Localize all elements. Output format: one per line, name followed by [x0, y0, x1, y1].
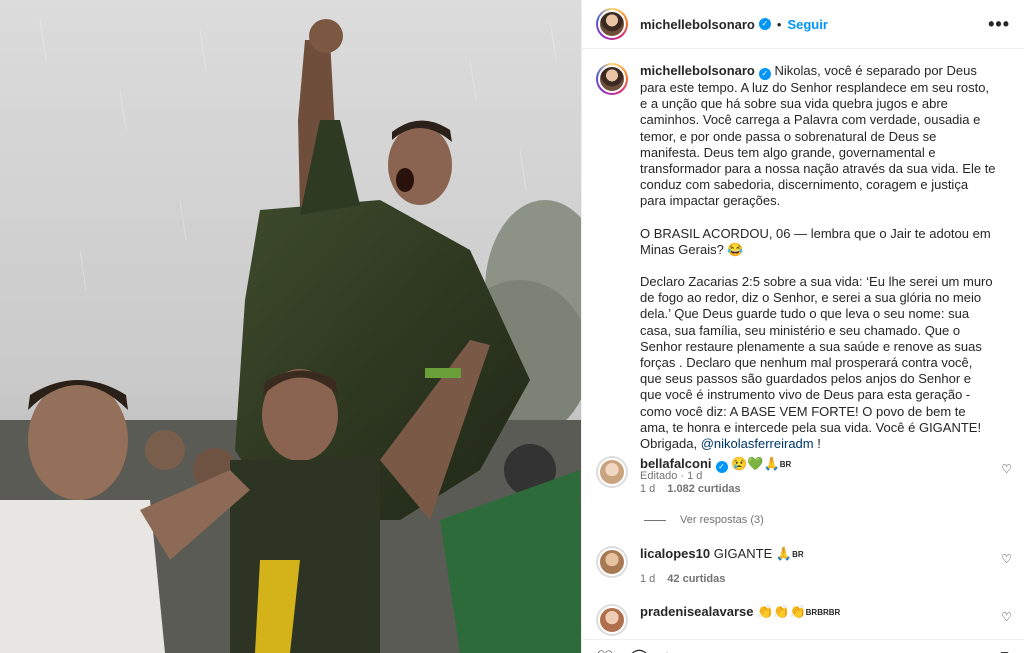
flag-icon: BR [779, 460, 792, 469]
comment-time: 1 d [640, 573, 656, 585]
like-comment-icon[interactable]: ♡ [1001, 462, 1012, 476]
flag-icon: BR [792, 550, 804, 559]
comment-emoji: 😢💚🙏 [731, 456, 780, 471]
caption-username[interactable]: michellebolsonaro [640, 63, 755, 78]
share-icon[interactable]: ➤ [664, 646, 681, 653]
commenter-avatar[interactable] [596, 546, 628, 578]
caption-text: michellebolsonaro ✓ Nikolas, você é separ… [640, 63, 996, 484]
comment-time: 1 d [640, 483, 656, 495]
comment-username[interactable]: bellafalconi [640, 456, 712, 471]
commenter-avatar[interactable] [596, 604, 628, 636]
post-panel: michellebolsonaro ✓ • Seguir ••• michell… [581, 0, 1024, 653]
comment-likes[interactable]: 42 curtidas [667, 573, 725, 585]
caption-avatar[interactable] [596, 63, 628, 95]
author-username[interactable]: michellebolsonaro [640, 17, 755, 32]
caption-paragraph-3-end: ! [813, 436, 821, 452]
comment-text: GIGANTE [713, 546, 773, 561]
commenter-avatar[interactable] [596, 456, 628, 488]
like-comment-icon[interactable]: ♡ [1001, 552, 1012, 566]
comment: licalopes10 GIGANTE 🙏BR 1 d 42 curtidas ♡ [582, 546, 1024, 585]
verified-icon: ✓ [758, 18, 771, 30]
comment-emoji: 🙏 [775, 546, 793, 561]
flag-icon: BRBRBR [805, 608, 841, 617]
follow-button[interactable]: Seguir [787, 17, 827, 32]
comment-icon[interactable]: ◯ [628, 646, 650, 653]
comment-username[interactable]: pradenisealavarse [640, 604, 753, 619]
mention-link[interactable]: @nikolasferreiradm [701, 436, 814, 451]
view-replies-button[interactable]: Ver respostas (3) [644, 514, 764, 526]
verified-icon: ✓ [715, 461, 728, 473]
comment: bellafalconi ✓ 😢💚🙏BR 1 d 1.082 curtidas ♡ [582, 456, 1024, 495]
caption-paragraph-3: Declaro Zacarias 2:5 sobre a sua vida: ‘… [640, 274, 993, 452]
caption: michellebolsonaro ✓ Nikolas, você é separ… [582, 49, 1024, 484]
post-header: michellebolsonaro ✓ • Seguir ••• [582, 0, 1024, 49]
view-replies-label: Ver respostas (3) [680, 514, 764, 526]
heart-icon[interactable]: ♡ [596, 646, 614, 653]
more-options-icon[interactable]: ••• [988, 14, 1010, 35]
caption-paragraph-1: Nikolas, você é separado por Deus para e… [640, 63, 996, 209]
comment: pradenisealavarse 👏👏👏BRBRBR ♡ [582, 604, 1024, 636]
post-image [0, 0, 581, 653]
verified-icon: ✓ [758, 68, 771, 80]
bookmark-icon[interactable]: ▯ [999, 646, 1010, 653]
action-bar: ♡ ◯ ➤ ▯ [582, 639, 1024, 653]
post-photo[interactable] [0, 0, 581, 653]
caption-paragraph-2: O BRASIL ACORDOU, 06 — lembra que o Jair… [640, 225, 991, 257]
comment-username[interactable]: licalopes10 [640, 546, 710, 561]
author-avatar[interactable] [596, 8, 628, 40]
separator-dot: • [776, 16, 782, 32]
comment-likes[interactable]: 1.082 curtidas [667, 483, 740, 495]
comment-emoji: 👏👏👏 [757, 604, 806, 619]
like-comment-icon[interactable]: ♡ [1001, 610, 1012, 624]
